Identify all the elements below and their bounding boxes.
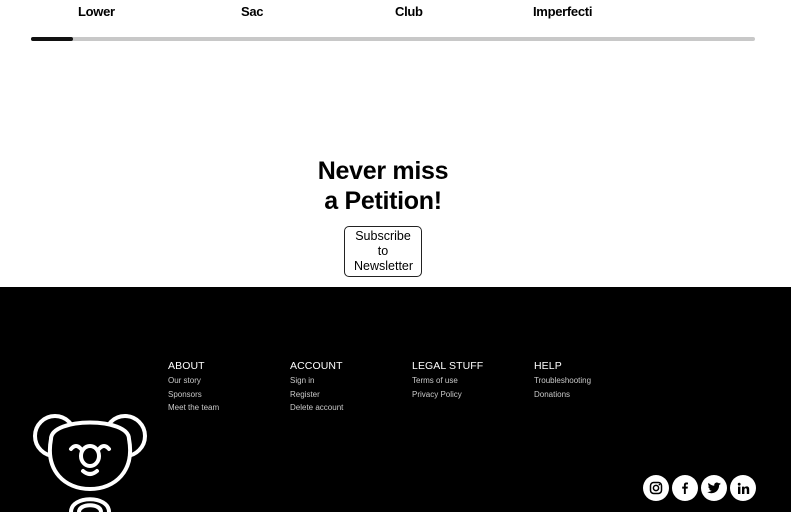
footer-link-delete-account[interactable]: Delete account — [290, 401, 343, 415]
instagram-icon[interactable] — [643, 475, 669, 501]
footer-heading: LEGAL STUFF — [412, 360, 484, 372]
newsletter-title-line: Never miss — [317, 157, 449, 185]
footer-link-sponsors[interactable]: Sponsors — [168, 388, 219, 402]
newsletter-section: Never miss a Petition! Subscribe to News… — [0, 156, 766, 277]
carousel-scrollbar-thumb[interactable] — [31, 37, 73, 41]
footer-link-our-story[interactable]: Our story — [168, 374, 219, 388]
carousel-item-label[interactable]: Lower — [78, 4, 115, 19]
carousel-labels: Lower Sac Club Imperfecti — [0, 0, 791, 24]
facebook-icon[interactable] — [672, 475, 698, 501]
footer-column-legal: LEGAL STUFF Terms of use Privacy Policy — [412, 360, 483, 401]
newsletter-title-line: a Petition! — [324, 187, 442, 215]
carousel-scrollbar[interactable] — [31, 37, 755, 41]
subscribe-newsletter-button[interactable]: Subscribe to Newsletter — [344, 226, 422, 277]
footer-link-donations[interactable]: Donations — [534, 388, 591, 402]
footer-link-privacy-policy[interactable]: Privacy Policy — [412, 388, 483, 402]
subscribe-button-label: Newsletter — [354, 259, 414, 273]
footer-heading: HELP — [534, 360, 562, 372]
footer-link-troubleshooting[interactable]: Troubleshooting — [534, 374, 591, 388]
newsletter-title: Never miss a Petition! — [0, 156, 766, 216]
footer-link-terms-of-use[interactable]: Terms of use — [412, 374, 483, 388]
footer-link-register[interactable]: Register — [290, 388, 343, 402]
social-links — [643, 475, 756, 501]
koala-logo — [33, 414, 147, 512]
twitter-icon[interactable] — [701, 475, 727, 501]
subscribe-button-label: Subscribe to — [355, 229, 411, 258]
carousel-item-label[interactable]: Sac — [241, 4, 264, 19]
linkedin-icon[interactable] — [730, 475, 756, 501]
footer-heading: ACCOUNT — [290, 360, 343, 372]
footer-link-sign-in[interactable]: Sign in — [290, 374, 343, 388]
footer-heading: ABOUT — [168, 360, 205, 372]
site-footer: ABOUT Our story Sponsors Meet the team A… — [0, 287, 791, 512]
footer-column-about: ABOUT Our story Sponsors Meet the team — [168, 360, 219, 415]
carousel-item-label[interactable]: Club — [395, 4, 423, 19]
footer-link-meet-the-team[interactable]: Meet the team — [168, 401, 219, 415]
footer-column-account: ACCOUNT Sign in Register Delete account — [290, 360, 343, 415]
footer-column-help: HELP Troubleshooting Donations — [534, 360, 591, 401]
carousel-item-label[interactable]: Imperfecti — [533, 4, 592, 19]
